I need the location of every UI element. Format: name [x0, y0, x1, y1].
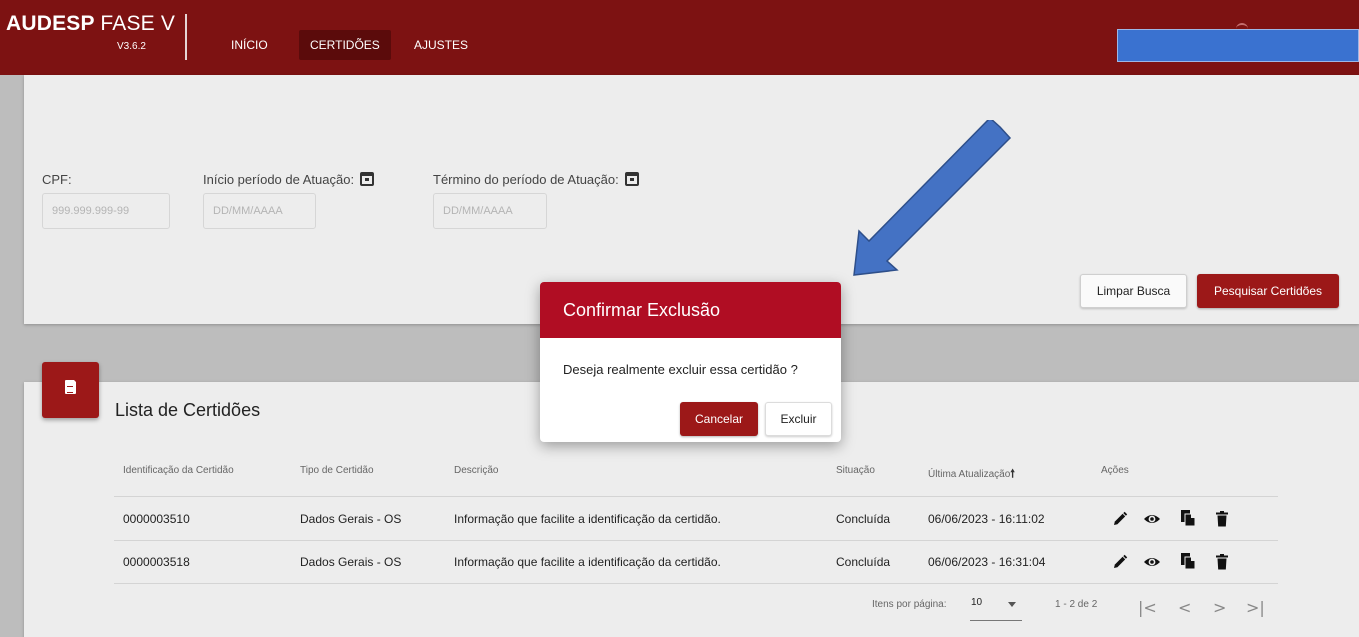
- nav-ajustes[interactable]: AJUSTES: [403, 30, 479, 60]
- cell-atualizacao: 06/06/2023 - 16:31:04: [928, 555, 1046, 569]
- inicio-label: Início período de Atuação:: [203, 172, 375, 187]
- delete-icon[interactable]: [1213, 553, 1231, 571]
- cell-tipo: Dados Gerais - OS: [300, 512, 402, 526]
- cell-id: 0000003510: [123, 512, 190, 526]
- termino-label: Término do período de Atuação:: [433, 172, 639, 187]
- confirm-delete-dialog: Confirmar Exclusão Deseja realmente excl…: [540, 282, 841, 442]
- brand-bold: AUDESP: [6, 12, 95, 35]
- column-header-atualizacao-text: Última Atualização: [928, 469, 1011, 480]
- inicio-label-text: Início período de Atuação:: [203, 172, 355, 187]
- column-header-acoes: Ações: [1101, 465, 1129, 476]
- cancel-button[interactable]: Cancelar: [680, 402, 758, 436]
- cell-situacao: Concluída: [836, 555, 891, 569]
- cpf-label: CPF:: [42, 172, 72, 187]
- clear-search-button[interactable]: Limpar Busca: [1080, 274, 1187, 308]
- app-brand[interactable]: AUDESP FASE V: [6, 12, 175, 36]
- copy-icon[interactable]: [1179, 552, 1197, 570]
- items-per-page-label: Itens por página:: [872, 599, 947, 610]
- confirm-delete-button[interactable]: Excluir: [765, 402, 832, 436]
- list-header-icon: [42, 362, 99, 418]
- row-divider: [114, 540, 1278, 541]
- top-navbar: AUDESP FASE V V3.6.2 INÍCIO CERTIDÕES AJ…: [0, 0, 1359, 75]
- dialog-message: Deseja realmente excluir essa certidão ?: [563, 362, 798, 377]
- calendar-icon[interactable]: [624, 172, 639, 186]
- termino-date-input[interactable]: DD/MM/AAAA: [433, 193, 547, 229]
- termino-label-text: Término do período de Atuação:: [433, 172, 619, 187]
- edit-icon[interactable]: [1111, 553, 1129, 571]
- column-header-atualizacao[interactable]: Última Atualização🠕: [928, 465, 1015, 484]
- cell-id: 0000003518: [123, 555, 190, 569]
- cpf-input[interactable]: 999.999.999-99: [42, 193, 170, 229]
- cell-situacao: Concluída: [836, 512, 891, 526]
- brand-rest: FASE V: [100, 12, 176, 35]
- column-header-descricao[interactable]: Descrição: [454, 465, 498, 476]
- document-icon: [65, 379, 77, 394]
- items-per-page-value: 10: [971, 597, 983, 608]
- view-icon[interactable]: [1143, 510, 1161, 528]
- first-page-button[interactable]: |<: [1138, 598, 1157, 617]
- items-per-page-select[interactable]: 10: [970, 593, 1022, 621]
- inicio-date-input[interactable]: DD/MM/AAAA: [203, 193, 316, 229]
- last-page-button[interactable]: >|: [1246, 598, 1265, 617]
- calendar-icon[interactable]: [360, 172, 375, 186]
- dialog-title: Confirmar Exclusão: [540, 282, 841, 338]
- user-info-redacted[interactable]: [1117, 29, 1359, 62]
- list-title: Lista de Certidões: [115, 400, 261, 420]
- nav-inicio[interactable]: INÍCIO: [220, 30, 279, 60]
- column-header-id[interactable]: Identificação da Certidão: [123, 465, 234, 476]
- cell-descricao: Informação que facilite a identificação …: [454, 512, 721, 526]
- row-divider: [114, 496, 1278, 497]
- chevron-down-icon: [1008, 602, 1016, 607]
- cell-atualizacao: 06/06/2023 - 16:11:02: [928, 512, 1045, 526]
- copy-icon[interactable]: [1179, 509, 1197, 527]
- cell-descricao: Informação que facilite a identificação …: [454, 555, 721, 569]
- sort-ascending-icon: 🠕: [1010, 467, 1015, 480]
- view-icon[interactable]: [1143, 553, 1161, 571]
- row-divider: [114, 583, 1278, 584]
- next-page-button[interactable]: >: [1213, 598, 1226, 617]
- delete-icon[interactable]: [1213, 510, 1231, 528]
- column-header-situacao[interactable]: Situação: [836, 465, 875, 476]
- previous-page-button[interactable]: <: [1178, 598, 1191, 617]
- app-version: V3.6.2: [117, 41, 146, 52]
- annotation-arrow: [853, 120, 1012, 276]
- nav-certidoes[interactable]: CERTIDÕES: [299, 30, 391, 60]
- cell-tipo: Dados Gerais - OS: [300, 555, 402, 569]
- column-header-tipo[interactable]: Tipo de Certidão: [300, 465, 374, 476]
- search-certificates-button[interactable]: Pesquisar Certidões: [1197, 274, 1339, 308]
- page-range: 1 - 2 de 2: [1055, 599, 1098, 610]
- edit-icon[interactable]: [1111, 510, 1129, 528]
- brand-divider: [185, 14, 187, 60]
